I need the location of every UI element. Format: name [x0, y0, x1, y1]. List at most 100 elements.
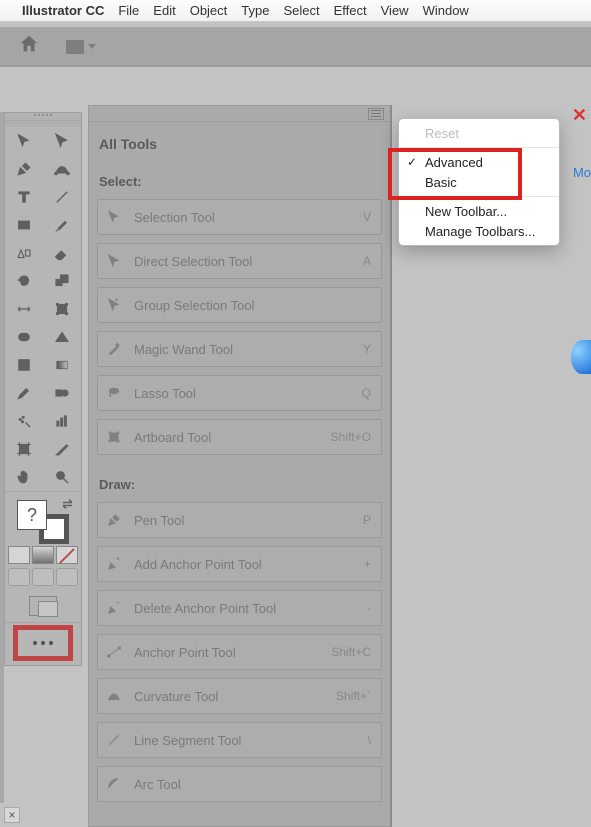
main-toolbar: ? [4, 112, 82, 666]
type-tool[interactable] [5, 183, 43, 211]
fill-swatch[interactable]: ? [17, 500, 47, 530]
tool-group-selection[interactable]: Group Selection Tool [97, 287, 382, 323]
tool-add-anchor[interactable]: Add Anchor Point Tool + [97, 546, 382, 582]
tool-label: Pen Tool [134, 513, 363, 528]
tool-label: Line Segment Tool [134, 733, 368, 748]
color-mode-gradient[interactable] [32, 546, 54, 564]
close-icon[interactable]: ✕ [572, 105, 587, 126]
mac-menubar: Illustrator CC File Edit Object Type Sel… [0, 0, 591, 22]
menu-edit[interactable]: Edit [153, 3, 175, 18]
draw-normal[interactable] [8, 568, 30, 586]
tool-shortcut: Shift+O [331, 430, 371, 444]
selection-tool[interactable] [5, 127, 43, 155]
curvature-tool[interactable] [43, 155, 81, 183]
fill-placeholder: ? [27, 505, 37, 526]
blend-tool[interactable] [43, 379, 81, 407]
tool-shortcut: - [367, 601, 371, 615]
symbol-sprayer-tool[interactable] [5, 407, 43, 435]
menu-manage-toolbars[interactable]: Manage Toolbars... [399, 221, 559, 241]
menu-file[interactable]: File [118, 3, 139, 18]
tool-arc[interactable]: Arc Tool [97, 766, 382, 802]
shaper-tool[interactable] [5, 239, 43, 267]
checkmark-icon: ✓ [407, 155, 417, 169]
truncated-link[interactable]: Mo [573, 165, 591, 180]
draw-mode-row [5, 568, 81, 592]
menu-advanced[interactable]: ✓Advanced [399, 152, 559, 172]
tool-artboard[interactable]: Artboard Tool Shift+O [97, 419, 382, 455]
app-top-strip [0, 27, 591, 67]
rotate-tool[interactable] [5, 267, 43, 295]
tool-label: Magic Wand Tool [134, 342, 363, 357]
menu-effect[interactable]: Effect [334, 3, 367, 18]
tool-lasso[interactable]: Lasso Tool Q [97, 375, 382, 411]
draw-inside[interactable] [56, 568, 78, 586]
tool-magic-wand[interactable]: Magic Wand Tool Y [97, 331, 382, 367]
section-draw-heading: Draw: [89, 463, 390, 502]
tool-shortcut: Y [363, 342, 371, 356]
free-transform-tool[interactable] [43, 295, 81, 323]
direct-selection-tool[interactable] [43, 127, 81, 155]
column-graph-tool[interactable] [43, 407, 81, 435]
tool-line-segment[interactable]: Line Segment Tool \ [97, 722, 382, 758]
shape-builder-tool[interactable] [5, 323, 43, 351]
pen-tool[interactable] [5, 155, 43, 183]
tool-shortcut: P [363, 513, 371, 527]
menu-basic[interactable]: Basic [399, 172, 559, 192]
tool-label: Group Selection Tool [134, 298, 371, 313]
zoom-tool[interactable] [43, 463, 81, 491]
eyedropper-tool[interactable] [5, 379, 43, 407]
section-select-heading: Select: [89, 160, 390, 199]
tool-label: Artboard Tool [134, 430, 331, 445]
rectangle-tool[interactable] [5, 211, 43, 239]
menu-reset: Reset [399, 123, 559, 143]
line-segment-tool[interactable] [43, 183, 81, 211]
screen-mode[interactable] [29, 592, 57, 622]
pen-tool-icon [104, 512, 124, 528]
tool-pen[interactable]: Pen Tool P [97, 502, 382, 538]
color-mode-color[interactable] [8, 546, 30, 564]
tool-label: Curvature Tool [134, 689, 336, 704]
mesh-tool[interactable] [5, 351, 43, 379]
tool-label: Lasso Tool [134, 386, 362, 401]
color-mode-none[interactable] [56, 546, 78, 564]
menu-type[interactable]: Type [241, 3, 269, 18]
tool-curvature[interactable]: Curvature Tool Shift+` [97, 678, 382, 714]
tool-shortcut: Q [362, 386, 371, 400]
artboard-tool[interactable] [5, 435, 43, 463]
hand-tool[interactable] [5, 463, 43, 491]
gradient-tool[interactable] [43, 351, 81, 379]
selection-tool-icon [104, 209, 124, 225]
edit-toolbar-button[interactable] [15, 627, 71, 659]
arc-tool-icon [104, 776, 124, 792]
menu-new-toolbar[interactable]: New Toolbar... [399, 201, 559, 221]
eraser-tool[interactable] [43, 239, 81, 267]
slice-tool[interactable] [43, 435, 81, 463]
tool-label: Direct Selection Tool [134, 254, 363, 269]
fill-stroke-swatches[interactable]: ? [13, 494, 73, 546]
tool-label: Add Anchor Point Tool [134, 557, 364, 572]
tool-delete-anchor[interactable]: Delete Anchor Point Tool - [97, 590, 382, 626]
magic-wand-tool-icon [104, 341, 124, 357]
panel-menu-icon[interactable] [368, 108, 384, 120]
tool-shortcut: Shift+` [336, 689, 371, 703]
panel-close-x[interactable]: × [4, 807, 20, 823]
tool-selection[interactable]: Selection Tool V [97, 199, 382, 235]
tool-shortcut: A [363, 254, 371, 268]
menu-view[interactable]: View [381, 3, 409, 18]
draw-behind[interactable] [32, 568, 54, 586]
globe-icon[interactable] [571, 340, 591, 374]
tool-direct-selection[interactable]: Direct Selection Tool A [97, 243, 382, 279]
width-tool[interactable] [5, 295, 43, 323]
paintbrush-tool[interactable] [43, 211, 81, 239]
app-name[interactable]: Illustrator CC [22, 3, 104, 18]
tool-anchor-point[interactable]: Anchor Point Tool Shift+C [97, 634, 382, 670]
delete-anchor-point-tool-icon [104, 600, 124, 616]
perspective-grid-tool[interactable] [43, 323, 81, 351]
toolbar-grip[interactable] [5, 113, 81, 121]
scale-tool[interactable] [43, 267, 81, 295]
menu-object[interactable]: Object [190, 3, 228, 18]
menu-select[interactable]: Select [283, 3, 319, 18]
tool-shortcut: Shift+C [331, 645, 371, 659]
menu-window[interactable]: Window [423, 3, 469, 18]
curvature-tool-icon [104, 688, 124, 704]
